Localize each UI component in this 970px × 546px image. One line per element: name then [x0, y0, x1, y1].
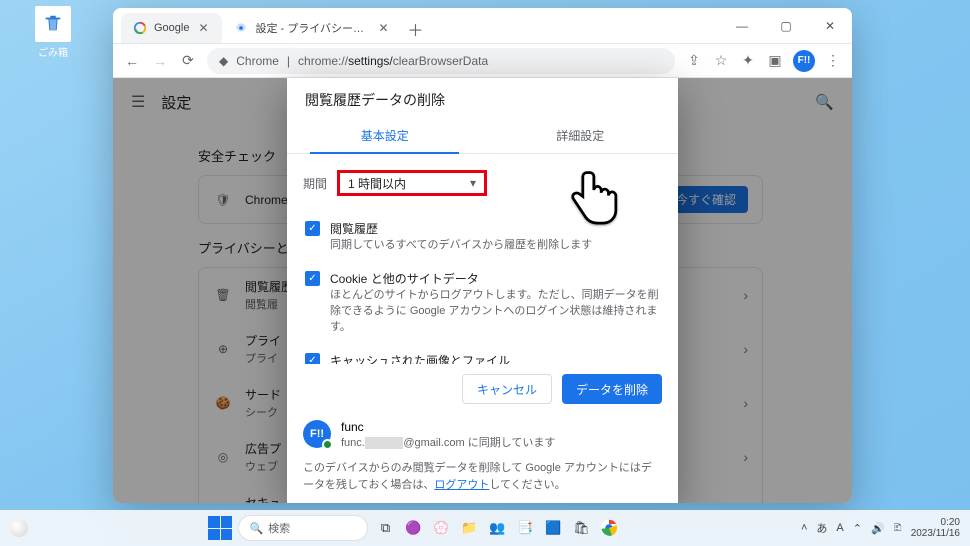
checkbox-checked-icon[interactable]: ✓: [305, 271, 320, 286]
share-icon[interactable]: ⇪: [685, 52, 703, 69]
option-cache[interactable]: ✓ キャッシュされた画像とファイル 最大で 12.1 MB を解放します。サイト…: [303, 344, 662, 364]
tab-settings[interactable]: 設定 - プライバシーとセキュリティ ✕: [222, 13, 402, 43]
clear-data-button[interactable]: データを削除: [562, 374, 662, 404]
chrome-taskbar-icon[interactable]: [598, 517, 620, 539]
edge-icon[interactable]: 🟦: [542, 517, 564, 539]
reading-list-icon[interactable]: ▣: [766, 52, 784, 69]
sync-badge-icon: [322, 439, 333, 450]
start-button[interactable]: [208, 516, 232, 540]
dialog-footer-note: このデバイスからのみ閲覧データを削除して Google アカウントにはデータを残…: [287, 456, 678, 503]
dialog-body: 期間 1 時間以内 ▾ ✓ 閲覧履歴 同期しているすべてのデバイスから履歴を削除…: [287, 154, 678, 364]
taskbar-widgets[interactable]: [10, 519, 28, 537]
tray-chevron-icon[interactable]: ˄: [801, 522, 807, 534]
page: ☰ 設定 🔍 安全チェック 🛡 Chrome 今すぐ確認 プライバシーと 🗑 閲…: [113, 78, 852, 503]
option-cookies[interactable]: ✓ Cookie と他のサイトデータ ほとんどのサイトからログアウトします。ただ…: [303, 262, 662, 344]
dialog-title: 閲覧履歴データの削除: [287, 78, 678, 118]
chrome-window: Google ✕ 設定 - プライバシーとセキュリティ ✕ ＋ — ▢ ✕ ← …: [113, 8, 852, 503]
search-icon: 🔍: [249, 522, 263, 535]
logout-link[interactable]: ログアウト: [434, 479, 489, 491]
clear-browsing-data-dialog: 閲覧履歴データの削除 基本設定 詳細設定 期間 1 時間以内 ▾ ✓ 閲覧履歴: [287, 78, 678, 503]
battery-icon[interactable]: 🗈: [894, 519, 902, 538]
taskbar: 🔍 検索 ⧉ 🟣 💮 📁 👥 📑 🟦 🛍 ˄ あ A ⌃ 🔊 🗈 0:20 20…: [0, 510, 970, 546]
ime-indicator[interactable]: あ: [816, 520, 827, 536]
tab-advanced[interactable]: 詳細設定: [483, 118, 679, 153]
weather-icon: [10, 519, 28, 537]
tab-basic[interactable]: 基本設定: [287, 118, 483, 153]
store-icon[interactable]: 🛍: [570, 517, 592, 539]
tab-title: 設定 - プライバシーとセキュリティ: [255, 20, 369, 36]
pinned-app-icon[interactable]: 📑: [514, 517, 536, 539]
account-info: F!! func func.xxxxxxx@gmail.com に同期しています: [287, 414, 678, 456]
taskbar-center: 🔍 検索 ⧉ 🟣 💮 📁 👥 📑 🟦 🛍: [28, 515, 801, 541]
back-button[interactable]: ←: [123, 53, 141, 69]
forward-button[interactable]: →: [151, 53, 169, 69]
tab-close-icon[interactable]: ✕: [376, 21, 390, 35]
recycle-bin-desktop-icon[interactable]: ごみ箱: [25, 6, 81, 59]
recycle-bin-label: ごみ箱: [38, 48, 68, 59]
extensions-icon[interactable]: ✦: [739, 52, 757, 69]
new-tab-button[interactable]: ＋: [402, 17, 428, 41]
cancel-button[interactable]: キャンセル: [462, 374, 552, 404]
clock[interactable]: 0:20 2023/11/16: [911, 517, 960, 540]
star-icon[interactable]: ☆: [712, 52, 730, 69]
explorer-icon[interactable]: 📁: [458, 517, 480, 539]
account-avatar: F!!: [303, 420, 331, 448]
account-name: func: [341, 420, 555, 434]
ime-indicator[interactable]: A: [836, 522, 843, 534]
wifi-icon[interactable]: ⌃: [853, 522, 862, 535]
tab-strip: Google ✕ 設定 - プライバシーとセキュリティ ✕ ＋: [113, 8, 720, 43]
titlebar: Google ✕ 設定 - プライバシーとセキュリティ ✕ ＋ — ▢ ✕: [113, 8, 852, 44]
dialog-tabs: 基本設定 詳細設定: [287, 118, 678, 154]
checkbox-checked-icon[interactable]: ✓: [305, 353, 320, 364]
tab-close-icon[interactable]: ✕: [196, 21, 210, 35]
toolbar-right: ⇪ ☆ ✦ ▣ F!! ⋮: [685, 50, 842, 72]
task-view-icon[interactable]: ⧉: [374, 517, 396, 539]
pinned-app-icon[interactable]: 🟣: [402, 517, 424, 539]
pinned-app-icon[interactable]: 💮: [430, 517, 452, 539]
maximize-button[interactable]: ▢: [764, 8, 808, 43]
google-favicon-icon: [133, 21, 147, 35]
teams-icon[interactable]: 👥: [486, 517, 508, 539]
profile-avatar[interactable]: F!!: [793, 50, 815, 72]
time-range-label: 期間: [303, 175, 327, 192]
window-controls: — ▢ ✕: [720, 8, 852, 43]
option-browsing-history[interactable]: ✓ 閲覧履歴 同期しているすべてのデバイスから履歴を削除します: [303, 212, 662, 262]
checkbox-checked-icon[interactable]: ✓: [305, 221, 320, 236]
volume-icon[interactable]: 🔊: [871, 522, 885, 535]
minimize-button[interactable]: —: [720, 8, 764, 43]
close-button[interactable]: ✕: [808, 8, 852, 43]
time-range-select[interactable]: 1 時間以内 ▾: [337, 170, 487, 196]
system-tray: ˄ あ A ⌃ 🔊 🗈 0:20 2023/11/16: [801, 517, 960, 540]
gear-favicon-icon: [234, 21, 248, 35]
toolbar: ← → ⟳ ◆ Chrome | chrome://settings/clear…: [113, 44, 852, 78]
reload-button[interactable]: ⟳: [179, 52, 197, 69]
time-range-row: 期間 1 時間以内 ▾: [303, 170, 662, 196]
scheme-icon: ◆: [219, 54, 228, 68]
tab-google[interactable]: Google ✕: [121, 13, 222, 43]
account-email: func.xxxxxxx@gmail.com に同期しています: [341, 434, 555, 450]
tab-title: Google: [154, 22, 189, 34]
dialog-actions: キャンセル データを削除: [287, 364, 678, 414]
kebab-menu-icon[interactable]: ⋮: [824, 52, 842, 69]
chevron-down-icon: ▾: [470, 176, 476, 190]
address-bar[interactable]: ◆ Chrome | chrome://settings/clearBrowse…: [207, 48, 675, 74]
recycle-bin-icon: [35, 6, 71, 42]
taskbar-search[interactable]: 🔍 検索: [238, 515, 368, 541]
